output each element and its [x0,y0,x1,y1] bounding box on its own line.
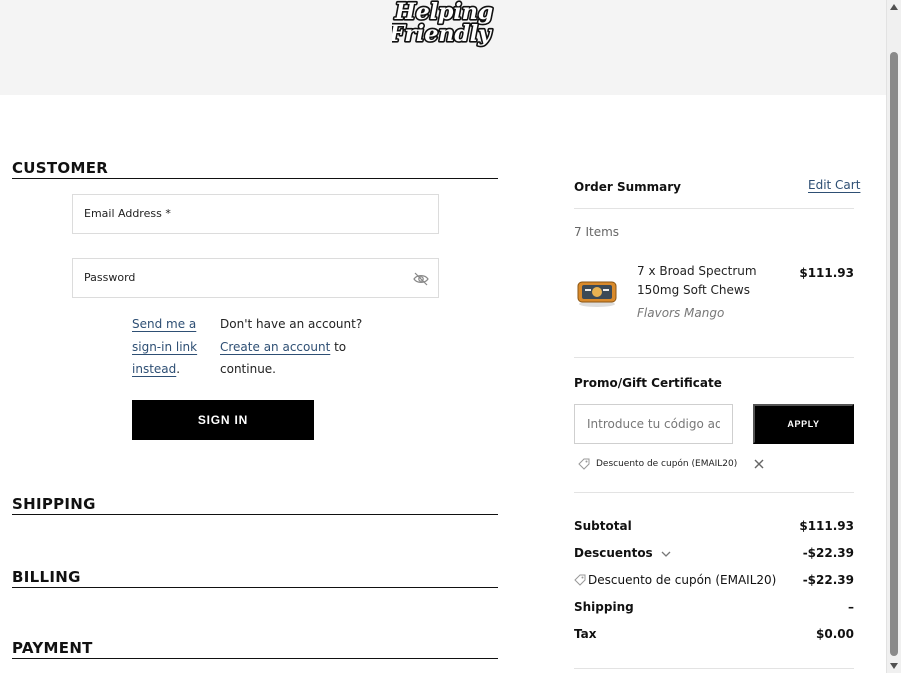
subtotal-label: Subtotal [574,519,632,533]
product-tin-icon [577,281,617,307]
coupon-discount-label: Descuento de cupón (EMAIL20) [574,573,776,587]
shipping-label: Shipping [574,600,634,614]
scroll-up-arrow-icon[interactable] [890,4,898,10]
site-header: Helping Helping Friendly Friendly [0,0,886,95]
create-account-link[interactable]: Create an account [220,340,330,354]
discounts-row[interactable]: Descuentos -$22.39 [574,546,854,564]
subtotal-row: Subtotal $111.93 [574,519,854,537]
brand-logo[interactable]: Helping Helping Friendly Friendly [392,0,494,56]
coupon-discount-value: -$22.39 [802,573,854,587]
tag-icon [578,458,590,470]
applied-coupon-label: Descuento de cupón (EMAIL20) [596,459,738,469]
items-count: 7 Items [574,225,620,239]
subtotal-value: $111.93 [799,519,854,533]
summary-divider [574,208,854,209]
email-field-label: Email Address * [84,207,171,220]
summary-divider [574,492,854,493]
no-account-text: Don't have an account? [220,317,363,331]
tax-value: $0.00 [816,627,854,641]
product-option: Flavors Mango [637,306,725,320]
applied-coupon-chip: Descuento de cupón (EMAIL20) [578,456,765,472]
summary-divider [574,668,854,669]
svg-text:Friendly: Friendly [392,21,493,47]
product-thumbnail [576,276,618,308]
logo-graphic: Helping Helping Friendly Friendly [392,0,494,49]
sign-in-button[interactable]: SIGN IN [132,400,314,440]
tag-icon [574,574,586,586]
scrollbar-thumb[interactable] [890,52,898,656]
email-field[interactable]: Email Address * [72,194,439,234]
discounts-value: -$22.39 [802,546,854,560]
payment-section-title[interactable]: PAYMENT [12,640,498,659]
tax-label: Tax [574,627,597,641]
edit-cart-link[interactable]: Edit Cart [808,178,860,192]
customer-section-title: CUSTOMER [12,160,498,179]
apply-promo-button[interactable]: APPLY [753,404,854,444]
chevron-down-icon[interactable] [661,550,671,558]
password-field-label: Password [84,271,136,284]
promo-code-input[interactable] [574,404,733,444]
billing-section-title[interactable]: BILLING [12,569,498,588]
discounts-label[interactable]: Descuentos [574,546,671,560]
signin-link-block: Send me a sign-in link instead. [132,317,198,376]
product-name: 7 x Broad Spectrum 150mg Soft Chews [637,264,757,297]
coupon-discount-row: Descuento de cupón (EMAIL20) -$22.39 [574,573,854,591]
product-price: $111.93 [799,266,854,280]
password-field[interactable]: Password [72,258,439,298]
shipping-row: Shipping – [574,600,854,618]
summary-divider [574,357,854,358]
page-scrollbar[interactable] [886,0,901,673]
create-account-block: Don't have an account? Create an account… [220,317,363,376]
remove-coupon-close-icon[interactable] [753,458,765,470]
shipping-section-title[interactable]: SHIPPING [12,496,498,515]
scroll-down-arrow-icon[interactable] [890,663,898,669]
continue-text: continue. [220,362,276,376]
shipping-value: – [848,600,854,614]
send-signin-link[interactable]: Send me a sign-in link instead [132,317,197,376]
tax-row: Tax $0.00 [574,627,854,645]
hide-password-eye-icon[interactable] [413,272,429,286]
promo-title: Promo/Gift Certificate [574,376,722,390]
